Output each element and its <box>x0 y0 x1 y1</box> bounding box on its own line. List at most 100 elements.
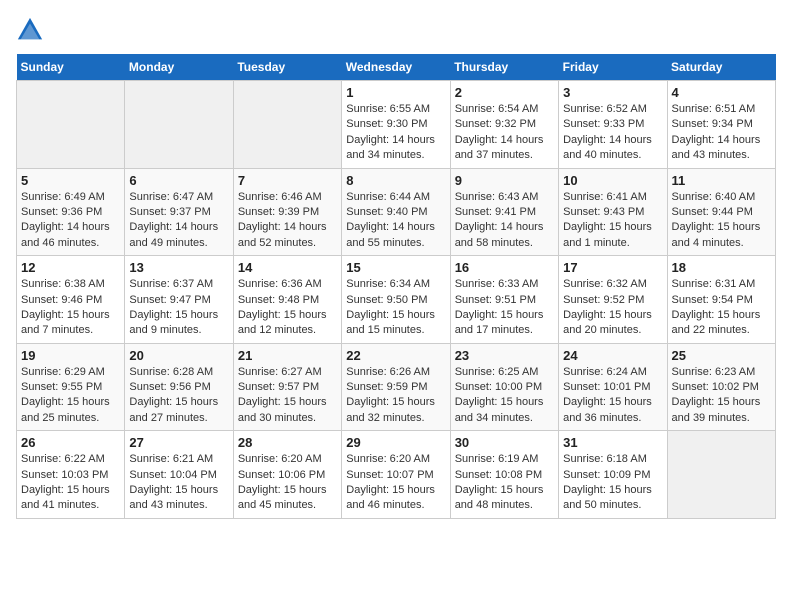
day-number: 29 <box>346 435 445 450</box>
day-info: Sunrise: 6:18 AM Sunset: 10:09 PM Daylig… <box>563 452 662 514</box>
day-number: 1 <box>346 85 445 100</box>
calendar-cell: 16 Sunrise: 6:33 AM Sunset: 9:51 PM Dayli… <box>450 256 558 344</box>
day-header-friday: Friday <box>559 54 667 81</box>
day-info: Sunrise: 6:29 AM Sunset: 9:55 PM Dayligh… <box>21 365 120 427</box>
calendar-cell: 29 Sunrise: 6:20 AM Sunset: 10:07 PM Dayl… <box>342 431 450 519</box>
calendar-cell: 21 Sunrise: 6:27 AM Sunset: 9:57 PM Dayli… <box>233 343 341 431</box>
day-number: 20 <box>129 348 228 363</box>
day-info: Sunrise: 6:32 AM Sunset: 9:52 PM Dayligh… <box>563 277 662 339</box>
day-info: Sunrise: 6:22 AM Sunset: 10:03 PM Daylig… <box>21 452 120 514</box>
day-info: Sunrise: 6:46 AM Sunset: 9:39 PM Dayligh… <box>238 190 337 252</box>
calendar-cell: 22 Sunrise: 6:26 AM Sunset: 9:59 PM Dayli… <box>342 343 450 431</box>
day-info: Sunrise: 6:36 AM Sunset: 9:48 PM Dayligh… <box>238 277 337 339</box>
day-number: 23 <box>455 348 554 363</box>
day-info: Sunrise: 6:38 AM Sunset: 9:46 PM Dayligh… <box>21 277 120 339</box>
day-number: 9 <box>455 173 554 188</box>
day-info: Sunrise: 6:55 AM Sunset: 9:30 PM Dayligh… <box>346 102 445 164</box>
calendar-cell: 3 Sunrise: 6:52 AM Sunset: 9:33 PM Daylig… <box>559 81 667 169</box>
day-header-wednesday: Wednesday <box>342 54 450 81</box>
day-number: 24 <box>563 348 662 363</box>
calendar-week-4: 19 Sunrise: 6:29 AM Sunset: 9:55 PM Dayli… <box>17 343 776 431</box>
day-number: 27 <box>129 435 228 450</box>
day-number: 14 <box>238 260 337 275</box>
day-info: Sunrise: 6:25 AM Sunset: 10:00 PM Daylig… <box>455 365 554 427</box>
calendar-week-1: 1 Sunrise: 6:55 AM Sunset: 9:30 PM Daylig… <box>17 81 776 169</box>
day-header-thursday: Thursday <box>450 54 558 81</box>
page-header <box>16 16 776 44</box>
calendar-week-2: 5Sunrise: 6:49 AM Sunset: 9:36 PM Daylig… <box>17 168 776 256</box>
day-number: 18 <box>672 260 771 275</box>
day-info: Sunrise: 6:20 AM Sunset: 10:07 PM Daylig… <box>346 452 445 514</box>
day-info: Sunrise: 6:27 AM Sunset: 9:57 PM Dayligh… <box>238 365 337 427</box>
calendar-cell: 13 Sunrise: 6:37 AM Sunset: 9:47 PM Dayli… <box>125 256 233 344</box>
calendar-cell <box>233 81 341 169</box>
day-number: 4 <box>672 85 771 100</box>
day-number: 21 <box>238 348 337 363</box>
calendar-cell: 4 Sunrise: 6:51 AM Sunset: 9:34 PM Daylig… <box>667 81 775 169</box>
day-info: Sunrise: 6:44 AM Sunset: 9:40 PM Dayligh… <box>346 190 445 252</box>
day-info: Sunrise: 6:54 AM Sunset: 9:32 PM Dayligh… <box>455 102 554 164</box>
calendar-cell: 9 Sunrise: 6:43 AM Sunset: 9:41 PM Daylig… <box>450 168 558 256</box>
day-number: 25 <box>672 348 771 363</box>
calendar-cell: 6Sunrise: 6:47 AM Sunset: 9:37 PM Daylig… <box>125 168 233 256</box>
day-header-tuesday: Tuesday <box>233 54 341 81</box>
day-info: Sunrise: 6:34 AM Sunset: 9:50 PM Dayligh… <box>346 277 445 339</box>
day-info: Sunrise: 6:19 AM Sunset: 10:08 PM Daylig… <box>455 452 554 514</box>
day-info: Sunrise: 6:37 AM Sunset: 9:47 PM Dayligh… <box>129 277 228 339</box>
day-header-saturday: Saturday <box>667 54 775 81</box>
calendar-cell: 1 Sunrise: 6:55 AM Sunset: 9:30 PM Daylig… <box>342 81 450 169</box>
calendar-week-5: 26 Sunrise: 6:22 AM Sunset: 10:03 PM Dayl… <box>17 431 776 519</box>
day-number: 5 <box>21 173 120 188</box>
day-number: 6 <box>129 173 228 188</box>
header-row: SundayMondayTuesdayWednesdayThursdayFrid… <box>17 54 776 81</box>
day-number: 13 <box>129 260 228 275</box>
calendar-cell: 25Sunrise: 6:23 AM Sunset: 10:02 PM Dayl… <box>667 343 775 431</box>
day-info: Sunrise: 6:33 AM Sunset: 9:51 PM Dayligh… <box>455 277 554 339</box>
calendar-cell <box>667 431 775 519</box>
calendar-cell <box>125 81 233 169</box>
calendar-cell: 30 Sunrise: 6:19 AM Sunset: 10:08 PM Dayl… <box>450 431 558 519</box>
day-number: 16 <box>455 260 554 275</box>
day-number: 28 <box>238 435 337 450</box>
calendar-cell: 17Sunrise: 6:32 AM Sunset: 9:52 PM Dayli… <box>559 256 667 344</box>
day-number: 7 <box>238 173 337 188</box>
calendar-cell: 7 Sunrise: 6:46 AM Sunset: 9:39 PM Daylig… <box>233 168 341 256</box>
calendar-cell: 15 Sunrise: 6:34 AM Sunset: 9:50 PM Dayli… <box>342 256 450 344</box>
calendar-cell: 27 Sunrise: 6:21 AM Sunset: 10:04 PM Dayl… <box>125 431 233 519</box>
day-number: 2 <box>455 85 554 100</box>
day-info: Sunrise: 6:26 AM Sunset: 9:59 PM Dayligh… <box>346 365 445 427</box>
day-info: Sunrise: 6:43 AM Sunset: 9:41 PM Dayligh… <box>455 190 554 252</box>
day-info: Sunrise: 6:31 AM Sunset: 9:54 PM Dayligh… <box>672 277 771 339</box>
day-number: 12 <box>21 260 120 275</box>
calendar-cell: 12 Sunrise: 6:38 AM Sunset: 9:46 PM Dayli… <box>17 256 125 344</box>
calendar-cell: 28Sunrise: 6:20 AM Sunset: 10:06 PM Dayl… <box>233 431 341 519</box>
calendar-cell: 11Sunrise: 6:40 AM Sunset: 9:44 PM Dayli… <box>667 168 775 256</box>
calendar-cell: 2 Sunrise: 6:54 AM Sunset: 9:32 PM Daylig… <box>450 81 558 169</box>
day-number: 31 <box>563 435 662 450</box>
calendar-cell <box>17 81 125 169</box>
calendar-cell: 19 Sunrise: 6:29 AM Sunset: 9:55 PM Dayli… <box>17 343 125 431</box>
day-number: 26 <box>21 435 120 450</box>
calendar-cell: 8 Sunrise: 6:44 AM Sunset: 9:40 PM Daylig… <box>342 168 450 256</box>
day-info: Sunrise: 6:41 AM Sunset: 9:43 PM Dayligh… <box>563 190 662 252</box>
day-number: 11 <box>672 173 771 188</box>
calendar-week-3: 12 Sunrise: 6:38 AM Sunset: 9:46 PM Dayli… <box>17 256 776 344</box>
day-info: Sunrise: 6:21 AM Sunset: 10:04 PM Daylig… <box>129 452 228 514</box>
day-info: Sunrise: 6:52 AM Sunset: 9:33 PM Dayligh… <box>563 102 662 164</box>
day-number: 19 <box>21 348 120 363</box>
calendar-cell: 20 Sunrise: 6:28 AM Sunset: 9:56 PM Dayli… <box>125 343 233 431</box>
day-number: 30 <box>455 435 554 450</box>
day-number: 15 <box>346 260 445 275</box>
day-info: Sunrise: 6:51 AM Sunset: 9:34 PM Dayligh… <box>672 102 771 164</box>
calendar-cell: 10Sunrise: 6:41 AM Sunset: 9:43 PM Dayli… <box>559 168 667 256</box>
day-number: 22 <box>346 348 445 363</box>
day-number: 8 <box>346 173 445 188</box>
calendar-cell: 18 Sunrise: 6:31 AM Sunset: 9:54 PM Dayli… <box>667 256 775 344</box>
day-number: 3 <box>563 85 662 100</box>
calendar-cell: 23 Sunrise: 6:25 AM Sunset: 10:00 PM Dayl… <box>450 343 558 431</box>
logo-icon <box>16 16 44 44</box>
calendar-cell: 31 Sunrise: 6:18 AM Sunset: 10:09 PM Dayl… <box>559 431 667 519</box>
calendar-cell: 26 Sunrise: 6:22 AM Sunset: 10:03 PM Dayl… <box>17 431 125 519</box>
day-info: Sunrise: 6:28 AM Sunset: 9:56 PM Dayligh… <box>129 365 228 427</box>
day-info: Sunrise: 6:24 AM Sunset: 10:01 PM Daylig… <box>563 365 662 427</box>
